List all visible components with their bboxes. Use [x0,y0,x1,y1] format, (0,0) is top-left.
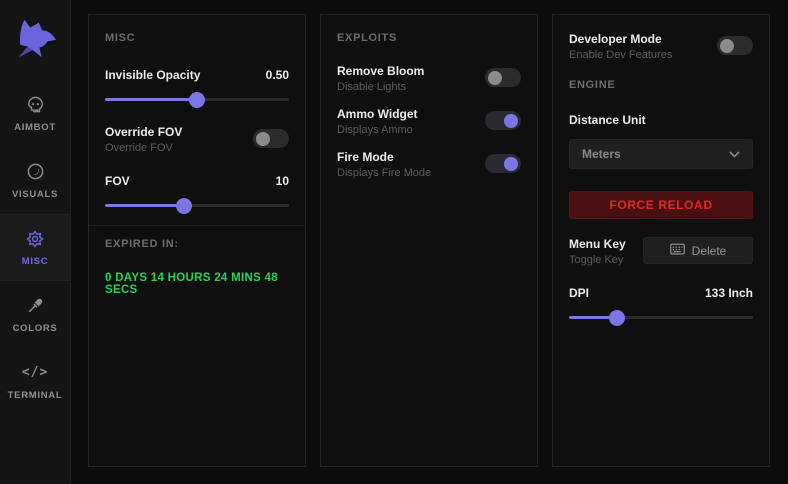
distance-unit-select[interactable]: Meters [569,139,753,169]
menu-key-label: Menu Key [569,237,626,251]
keyboard-icon [670,243,685,258]
engine-section-header: ENGINE [569,79,753,91]
slider-thumb[interactable] [609,310,625,326]
skull-icon [25,95,45,115]
menu-key-row: Menu Key Toggle Key Delete [569,237,753,266]
ammo-widget-sublabel: Displays Ammo [337,124,418,136]
sidebar-item-misc[interactable]: MISC [0,214,70,281]
remove-bloom-toggle[interactable] [485,68,521,87]
wolf-logo [10,12,60,64]
developer-mode-sublabel: Enable Dev Features [569,49,672,61]
override-fov-row: Override FOV Override FOV [105,125,289,154]
sidebar: AIMBOT VISUALS MISC [0,0,71,484]
ammo-widget-label: Ammo Widget [337,107,418,121]
divider [89,225,305,226]
fov-row: FOV 10 [105,174,289,188]
fire-mode-sublabel: Displays Fire Mode [337,167,431,179]
dpi-row: DPI 133 Inch [569,286,753,300]
override-fov-sublabel: Override FOV [105,142,182,154]
slider-thumb[interactable] [189,92,205,108]
toggle-knob [488,71,502,85]
force-reload-button[interactable]: FORCE RELOAD [569,191,753,219]
sidebar-item-label: VISUALS [12,189,58,200]
sidebar-item-label: MISC [22,256,49,267]
distance-unit-selected: Meters [582,147,621,161]
override-fov-label: Override FOV [105,125,182,139]
slider-thumb[interactable] [176,198,192,214]
toggle-knob [504,157,518,171]
fire-mode-row: Fire Mode Displays Fire Mode [337,150,521,179]
remove-bloom-row: Remove Bloom Disable Lights [337,64,521,93]
slider-fill [105,204,184,207]
sidebar-item-label: TERMINAL [8,390,63,401]
dpi-slider[interactable] [569,316,753,319]
developer-mode-label: Developer Mode [569,32,672,46]
developer-mode-toggle[interactable] [717,36,753,55]
gear-icon [25,229,45,249]
sidebar-item-label: AIMBOT [14,122,56,133]
moon-icon [25,162,45,182]
menu-key-bind-label: Delete [692,244,727,258]
main-content: MISC Invisible Opacity 0.50 Override FOV… [71,0,788,484]
invisible-opacity-row: Invisible Opacity 0.50 [105,68,289,82]
settings-panel: Developer Mode Enable Dev Features ENGIN… [552,14,770,467]
toggle-knob [504,114,518,128]
exploits-section-header: EXPLOITS [337,32,521,44]
chevron-down-icon [729,147,740,161]
distance-unit-label: Distance Unit [569,113,753,127]
fov-label: FOV [105,174,130,188]
fov-value: 10 [276,174,289,188]
misc-panel: MISC Invisible Opacity 0.50 Override FOV… [88,14,306,467]
remove-bloom-label: Remove Bloom [337,64,424,78]
developer-mode-row: Developer Mode Enable Dev Features [569,32,753,61]
eyedropper-icon [25,296,45,316]
sidebar-item-terminal[interactable]: </> TERMINAL [0,348,70,415]
override-fov-toggle[interactable] [253,129,289,148]
invisible-opacity-value: 0.50 [266,68,289,82]
sidebar-item-visuals[interactable]: VISUALS [0,147,70,214]
invisible-opacity-slider[interactable] [105,98,289,101]
invisible-opacity-label: Invisible Opacity [105,68,200,82]
menu-key-sublabel: Toggle Key [569,254,626,266]
fov-slider[interactable] [105,204,289,207]
dpi-label: DPI [569,286,589,300]
code-icon: </> [25,363,45,383]
sidebar-nav: AIMBOT VISUALS MISC [0,80,70,415]
misc-section-header: MISC [105,32,289,44]
dpi-value: 133 Inch [705,286,753,300]
expired-header: EXPIRED IN: [105,238,289,250]
sidebar-item-aimbot[interactable]: AIMBOT [0,80,70,147]
toggle-knob [256,132,270,146]
sidebar-item-label: COLORS [13,323,58,334]
remove-bloom-sublabel: Disable Lights [337,81,424,93]
menu-key-bind-button[interactable]: Delete [643,237,753,264]
ammo-widget-toggle[interactable] [485,111,521,130]
sidebar-item-colors[interactable]: COLORS [0,281,70,348]
slider-fill [105,98,197,101]
exploits-panel: EXPLOITS Remove Bloom Disable Lights Amm… [320,14,538,467]
toggle-knob [720,39,734,53]
fire-mode-toggle[interactable] [485,154,521,173]
expired-countdown: 0 DAYS 14 HOURS 24 MINS 48 SECS [105,272,289,296]
ammo-widget-row: Ammo Widget Displays Ammo [337,107,521,136]
fire-mode-label: Fire Mode [337,150,431,164]
